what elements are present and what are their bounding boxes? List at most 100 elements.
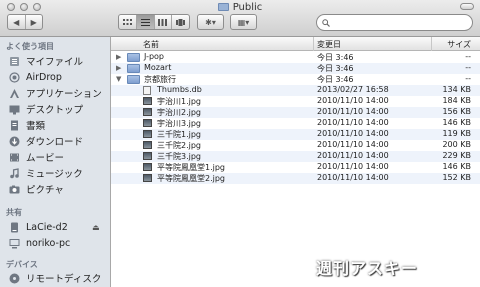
sidebar-item-downloads[interactable]: ダウンロード [8,133,83,149]
folder-icon [127,53,140,62]
sidebar: よく使う項目 マイファイル AirDrop アプリケーション デスクトップ 書類… [0,37,111,287]
column-divider[interactable] [431,37,432,51]
table-row[interactable]: 宇治川3.jpg 2010/11/10 14:00 146 KB [111,118,480,129]
eject-icon[interactable]: ⏏ [92,223,100,232]
file-date: 今日 3:46 [317,53,354,62]
file-name: J-pop [144,52,165,61]
file-icon [143,86,151,95]
sidebar-item-airdrop[interactable]: AirDrop [8,69,62,85]
disclosure-triangle-icon[interactable]: ▼ [116,75,121,83]
table-row[interactable]: ▶ J-pop 今日 3:46 -- [111,52,480,63]
search-input[interactable] [333,18,463,27]
file-size: 134 KB [442,85,471,94]
title-bar: Public ◀ ▶ ✱▾ ▦▾ [0,0,480,37]
desktop-icon [8,103,20,115]
arrange-menu-button[interactable]: ▦▾ [230,14,257,30]
sidebar-item-pictures[interactable]: ピクチャ [8,181,64,197]
view-mode-control [118,14,190,30]
music-icon [8,167,20,179]
toolbar-toggle-button[interactable] [460,3,474,10]
file-date: 2010/11/10 14:00 [317,118,389,127]
sidebar-item-music[interactable]: ミュージック [8,165,83,181]
file-date: 今日 3:46 [317,64,354,73]
sidebar-item-label: デスクトップ [26,105,84,116]
folder-icon [127,75,140,84]
devices-heading: デバイス [6,260,38,269]
file-date: 2010/11/10 14:00 [317,107,389,116]
file-date: 2010/11/10 14:00 [317,173,389,182]
sidebar-item-remote-disc[interactable]: リモートディスク [8,270,101,286]
sidebar-item-lacie-d2[interactable]: LaCie-d2 [8,219,68,235]
date-column-header[interactable]: 変更日 [317,39,341,50]
table-row[interactable]: ▼ 京都旅行 今日 3:46 -- [111,74,480,85]
file-date: 2010/11/10 14:00 [317,96,389,105]
sidebar-item-noriko-pc[interactable]: noriko-pc [8,235,70,251]
table-row[interactable]: 宇治川1.jpg 2010/11/10 14:00 184 KB [111,96,480,107]
file-size: -- [465,74,471,83]
table-row[interactable]: 三千院2.jpg 2010/11/10 14:00 200 KB [111,140,480,151]
icon-view-icon[interactable] [119,15,137,29]
all-my-files-icon [8,55,20,67]
name-column-header[interactable]: 名前 [143,39,159,50]
file-size: -- [465,63,471,72]
documents-icon [8,119,20,131]
sidebar-item-label: LaCie-d2 [26,221,68,233]
search-icon [322,18,330,27]
list-view-icon[interactable] [136,15,155,29]
action-menu-button[interactable]: ✱▾ [197,14,224,30]
file-name: 三千院2.jpg [157,141,202,150]
file-size: 200 KB [442,140,471,149]
file-name: 三千院3.jpg [157,152,202,161]
table-row[interactable]: Thumbs.db 2013/02/27 16:58 134 KB [111,85,480,96]
disclosure-triangle-icon[interactable]: ▶ [116,64,121,72]
file-name: Mozart [144,63,172,72]
sidebar-item-label: ダウンロード [26,137,84,148]
size-column-header[interactable]: サイズ [447,39,471,50]
table-row[interactable]: 三千院3.jpg 2010/11/10 14:00 229 KB [111,151,480,162]
sidebar-item-documents[interactable]: 書類 [8,117,45,133]
table-row[interactable]: ▶ Mozart 今日 3:46 -- [111,63,480,74]
file-name: 宇治川3.jpg [157,119,202,128]
file-date: 2010/11/10 14:00 [317,129,389,138]
column-header: 名前 変更日 サイズ [111,37,480,51]
sidebar-item-all-my-files[interactable]: マイファイル [8,53,83,69]
table-row[interactable]: 宇治川2.jpg 2010/11/10 14:00 156 KB [111,107,480,118]
coverflow-view-icon[interactable] [172,15,189,29]
pc-icon [8,237,20,249]
image-file-icon [143,119,152,127]
file-name: 平等院鳳凰堂2.jpg [157,174,226,183]
sidebar-item-desktop[interactable]: デスクトップ [8,101,83,117]
image-file-icon [143,108,152,116]
file-date: 2013/02/27 16:58 [317,85,389,94]
table-row[interactable]: 平等院鳳凰堂1.jpg 2010/11/10 14:00 146 KB [111,162,480,173]
column-divider[interactable] [313,37,314,51]
disclosure-triangle-icon[interactable]: ▶ [116,53,121,61]
sidebar-item-label: AirDrop [26,71,62,83]
search-field[interactable] [316,14,473,31]
shared-heading: 共有 [6,208,22,217]
file-name: Thumbs.db [157,85,202,94]
sidebar-item-applications[interactable]: アプリケーション [8,85,102,101]
drive-icon [8,221,20,233]
applications-icon [8,87,20,99]
sidebar-item-label: ミュージック [26,169,83,180]
sidebar-item-label: ムービー [26,153,65,164]
file-name: 宇治川1.jpg [157,97,202,106]
file-date: 今日 3:46 [317,75,354,84]
forward-button[interactable]: ▶ [26,15,43,29]
file-name: 三千院1.jpg [157,130,202,139]
back-button[interactable]: ◀ [8,15,26,29]
sidebar-item-label: アプリケーション [26,89,102,100]
image-file-icon [143,141,152,149]
sidebar-item-movies[interactable]: ムービー [8,149,64,165]
file-size: -- [465,52,471,61]
table-row[interactable]: 三千院1.jpg 2010/11/10 14:00 119 KB [111,129,480,140]
file-date: 2010/11/10 14:00 [317,162,389,171]
file-date: 2010/11/10 14:00 [317,151,389,160]
column-view-icon[interactable] [155,15,173,29]
airdrop-icon [8,71,20,83]
image-file-icon [143,163,152,171]
pictures-icon [8,183,20,195]
table-row[interactable]: 平等院鳳凰堂2.jpg 2010/11/10 14:00 152 KB [111,173,480,184]
arrange-icon: ▦▾ [237,17,250,27]
